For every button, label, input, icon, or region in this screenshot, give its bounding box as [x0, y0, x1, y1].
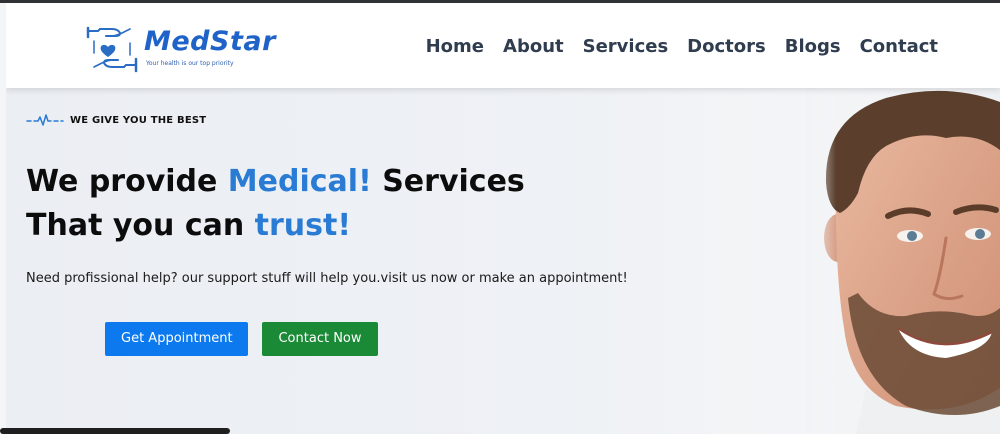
- headline-line2-prefix: That you can: [26, 208, 255, 243]
- site-header: MedStar Your health is our top priority …: [6, 3, 1000, 88]
- brand-logo[interactable]: MedStar Your health is our top priority: [86, 25, 296, 75]
- nav-services[interactable]: Services: [583, 36, 669, 57]
- headline-line2-accent: trust!: [254, 208, 352, 243]
- eyebrow-text: WE GIVE YOU THE BEST: [70, 114, 207, 126]
- brand-tagline: Your health is our top priority: [146, 60, 234, 67]
- nav-home[interactable]: Home: [426, 36, 484, 57]
- nav-doctors[interactable]: Doctors: [687, 36, 766, 57]
- hands-heart-icon: [86, 26, 138, 73]
- horizontal-scrollbar[interactable]: [0, 428, 230, 434]
- headline-line1-suffix: Services: [371, 164, 525, 199]
- hero-subtext: Need profissional help? our support stuf…: [26, 271, 628, 286]
- get-appointment-button[interactable]: Get Appointment: [105, 322, 248, 356]
- headline-line1-accent: Medical!: [227, 164, 372, 199]
- nav-contact[interactable]: Contact: [860, 36, 938, 57]
- main-nav: Home About Services Doctors Blogs Contac…: [426, 36, 938, 57]
- hero-headline: We provide Medical! Services That you ca…: [26, 160, 525, 248]
- browser-viewport: MedStar Your health is our top priority …: [0, 3, 1000, 434]
- brand-name: MedStar: [144, 26, 276, 57]
- left-edge-strip: [0, 3, 6, 434]
- nav-blogs[interactable]: Blogs: [785, 36, 841, 57]
- doctor-portrait-image: [806, 88, 1000, 434]
- heartbeat-pulse-icon: [26, 114, 64, 126]
- hero-section: WE GIVE YOU THE BEST We provide Medical!…: [6, 88, 1000, 434]
- nav-about[interactable]: About: [503, 36, 564, 57]
- headline-line1-prefix: We provide: [26, 164, 228, 199]
- contact-now-button[interactable]: Contact Now: [262, 322, 378, 356]
- hero-eyebrow: WE GIVE YOU THE BEST: [26, 114, 206, 126]
